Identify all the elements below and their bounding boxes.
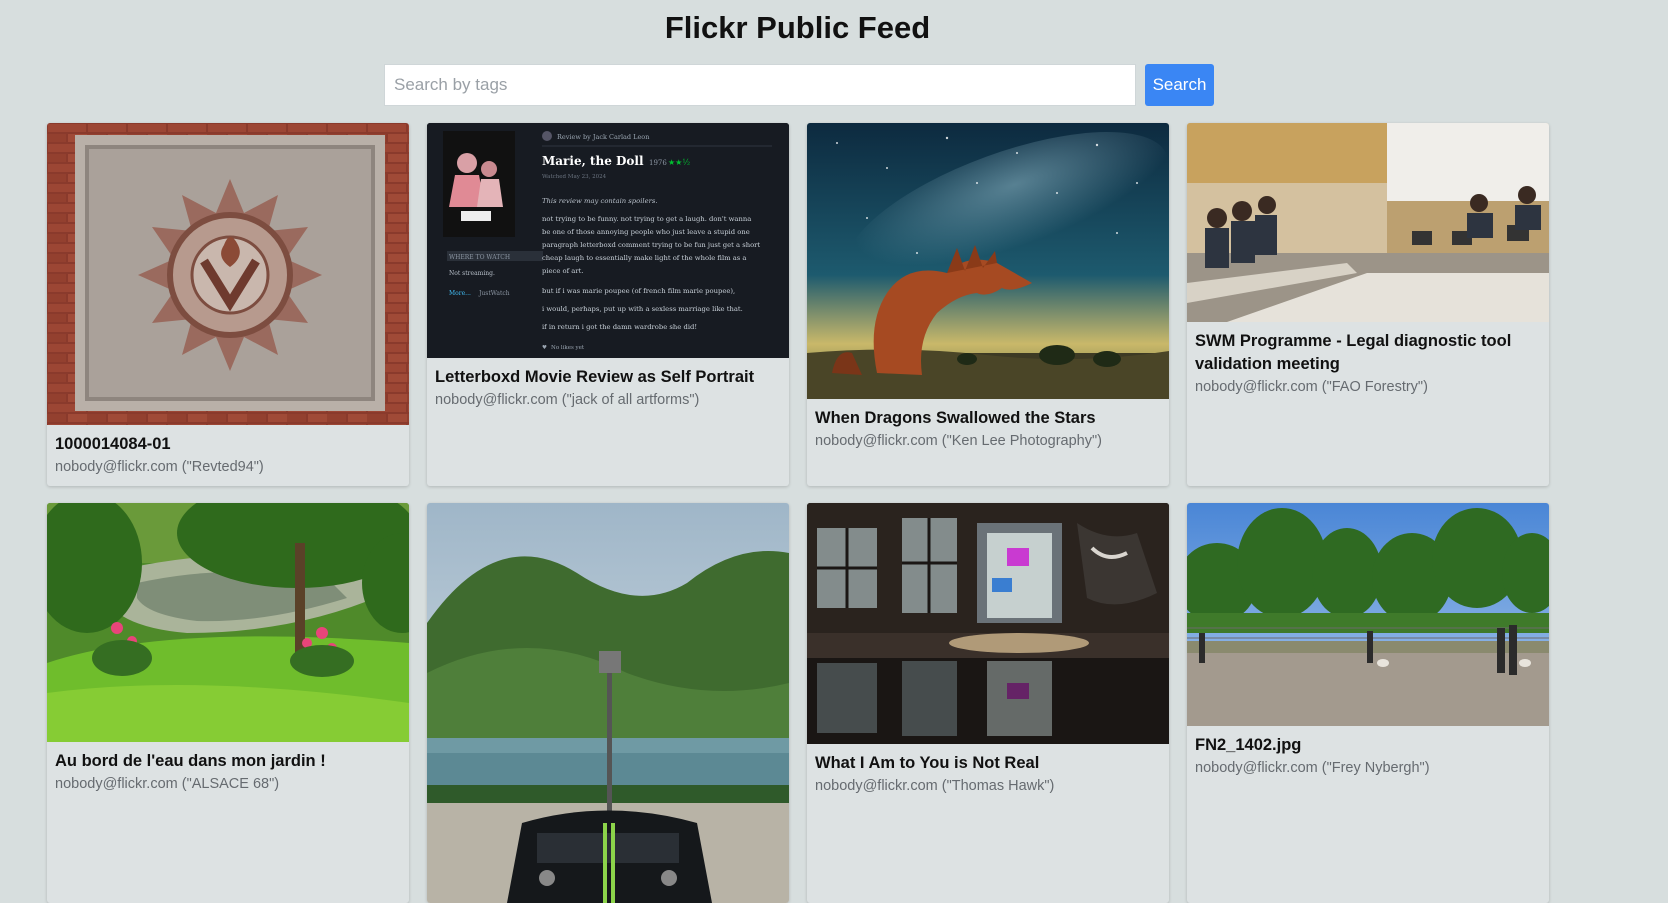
review-line: paragraph letterboxd comment trying to b… — [542, 241, 760, 249]
photo-card-body: What I Am to You is Not Real nobody@flic… — [807, 744, 1169, 806]
photo-card[interactable]: FN2_1402.jpg nobody@flickr.com ("Frey Ny… — [1187, 503, 1549, 903]
photo-image-dragon-night-sky[interactable] — [807, 123, 1169, 399]
photo-author: nobody@flickr.com ("FAO Forestry") — [1195, 379, 1428, 395]
page-title: Flickr Public Feed — [664, 10, 931, 45]
review-by-label: Review by Jack Carlad Leon — [557, 133, 649, 141]
spoiler-note: This review may contain spoilers. — [542, 197, 658, 205]
photo-image-brick-plaque[interactable] — [47, 123, 409, 425]
review-line: piece of art. — [542, 267, 584, 275]
photo-title[interactable]: 1000014084-01 — [55, 433, 401, 456]
not-streaming-label: Not streaming. — [449, 270, 495, 277]
photo-card-body: Au bord de l'eau dans mon jardin ! nobod… — [47, 742, 409, 804]
photo-card-body: Letterboxd Movie Review as Self Portrait… — [427, 358, 789, 420]
photo-author: nobody@flickr.com ("Revted94") — [55, 459, 264, 475]
photo-card-body: When Dragons Swallowed the Stars nobody@… — [807, 399, 1169, 461]
photo-image-park-dogs[interactable] — [1187, 503, 1549, 726]
photo-card-body: SWM Programme - Legal diagnostic tool va… — [1187, 322, 1549, 407]
photo-author: nobody@flickr.com ("Ken Lee Photography"… — [815, 433, 1102, 449]
no-likes-label: No likes yet — [551, 345, 585, 351]
photo-title[interactable]: FN2_1402.jpg — [1195, 734, 1541, 757]
photo-card[interactable]: WHERE TO WATCH Not streaming. More... Ju… — [427, 123, 789, 486]
photo-author: nobody@flickr.com ("jack of all artforms… — [435, 392, 700, 408]
search-bar: Search — [384, 64, 1214, 106]
justwatch-label: JustWatch — [478, 290, 510, 297]
photo-card[interactable]: Au bord de l'eau dans mon jardin ! nobod… — [47, 503, 409, 903]
photo-title[interactable]: Au bord de l'eau dans mon jardin ! — [55, 750, 401, 773]
photo-author: nobody@flickr.com ("ALSACE 68") — [55, 776, 280, 792]
review-line: i would, perhaps, put up with a sexless … — [542, 305, 743, 313]
photo-author: nobody@flickr.com ("Frey Nybergh") — [1195, 760, 1430, 776]
photo-card[interactable]: What I Am to You is Not Real nobody@flic… — [807, 503, 1169, 903]
where-to-watch-label: WHERE TO WATCH — [449, 254, 510, 261]
photo-card[interactable]: When Dragons Swallowed the Stars nobody@… — [807, 123, 1169, 486]
review-line: cheap laugh to essentially make light of… — [542, 254, 747, 262]
svg-text:♥: ♥ — [542, 345, 547, 351]
photo-title[interactable]: Letterboxd Movie Review as Self Portrait — [435, 366, 781, 389]
photo-title[interactable]: SWM Programme - Legal diagnostic tool va… — [1195, 330, 1541, 376]
search-button[interactable]: Search — [1145, 64, 1214, 106]
svg-text:★★½: ★★½ — [668, 158, 690, 167]
photo-card-body: FN2_1402.jpg nobody@flickr.com ("Frey Ny… — [1187, 726, 1549, 788]
film-title: Marie, the Doll — [542, 154, 644, 168]
photo-card[interactable]: SWM Programme - Legal diagnostic tool va… — [1187, 123, 1549, 486]
photo-title[interactable]: What I Am to You is Not Real — [815, 752, 1161, 775]
review-line: if in return i got the damn wardrobe she… — [542, 323, 697, 331]
search-input[interactable] — [384, 64, 1136, 106]
watched-date: Watched May 23, 2024 — [542, 174, 607, 180]
photo-card[interactable] — [427, 503, 789, 903]
photo-image-meeting-room[interactable] — [1187, 123, 1549, 322]
more-link: More... — [449, 290, 471, 297]
photo-card[interactable]: 1000014084-01 nobody@flickr.com ("Revted… — [47, 123, 409, 486]
photo-image-garden-pond[interactable] — [47, 503, 409, 742]
photo-image-graffiti-reflection[interactable] — [807, 503, 1169, 744]
review-line: but if i was marie poupee (of french fil… — [542, 287, 735, 295]
photo-image-letterboxd-screenshot[interactable]: WHERE TO WATCH Not streaming. More... Ju… — [427, 123, 789, 358]
review-line: be one of those annoying people who just… — [542, 228, 750, 236]
photo-image-car-lake-mountain[interactable] — [427, 503, 789, 903]
photo-title[interactable]: When Dragons Swallowed the Stars — [815, 407, 1161, 430]
photo-card-body: 1000014084-01 nobody@flickr.com ("Revted… — [47, 425, 409, 486]
review-line: not trying to be funny. not trying to ge… — [542, 215, 751, 223]
photo-author: nobody@flickr.com ("Thomas Hawk") — [815, 778, 1055, 794]
film-year: 1976 — [649, 159, 667, 167]
